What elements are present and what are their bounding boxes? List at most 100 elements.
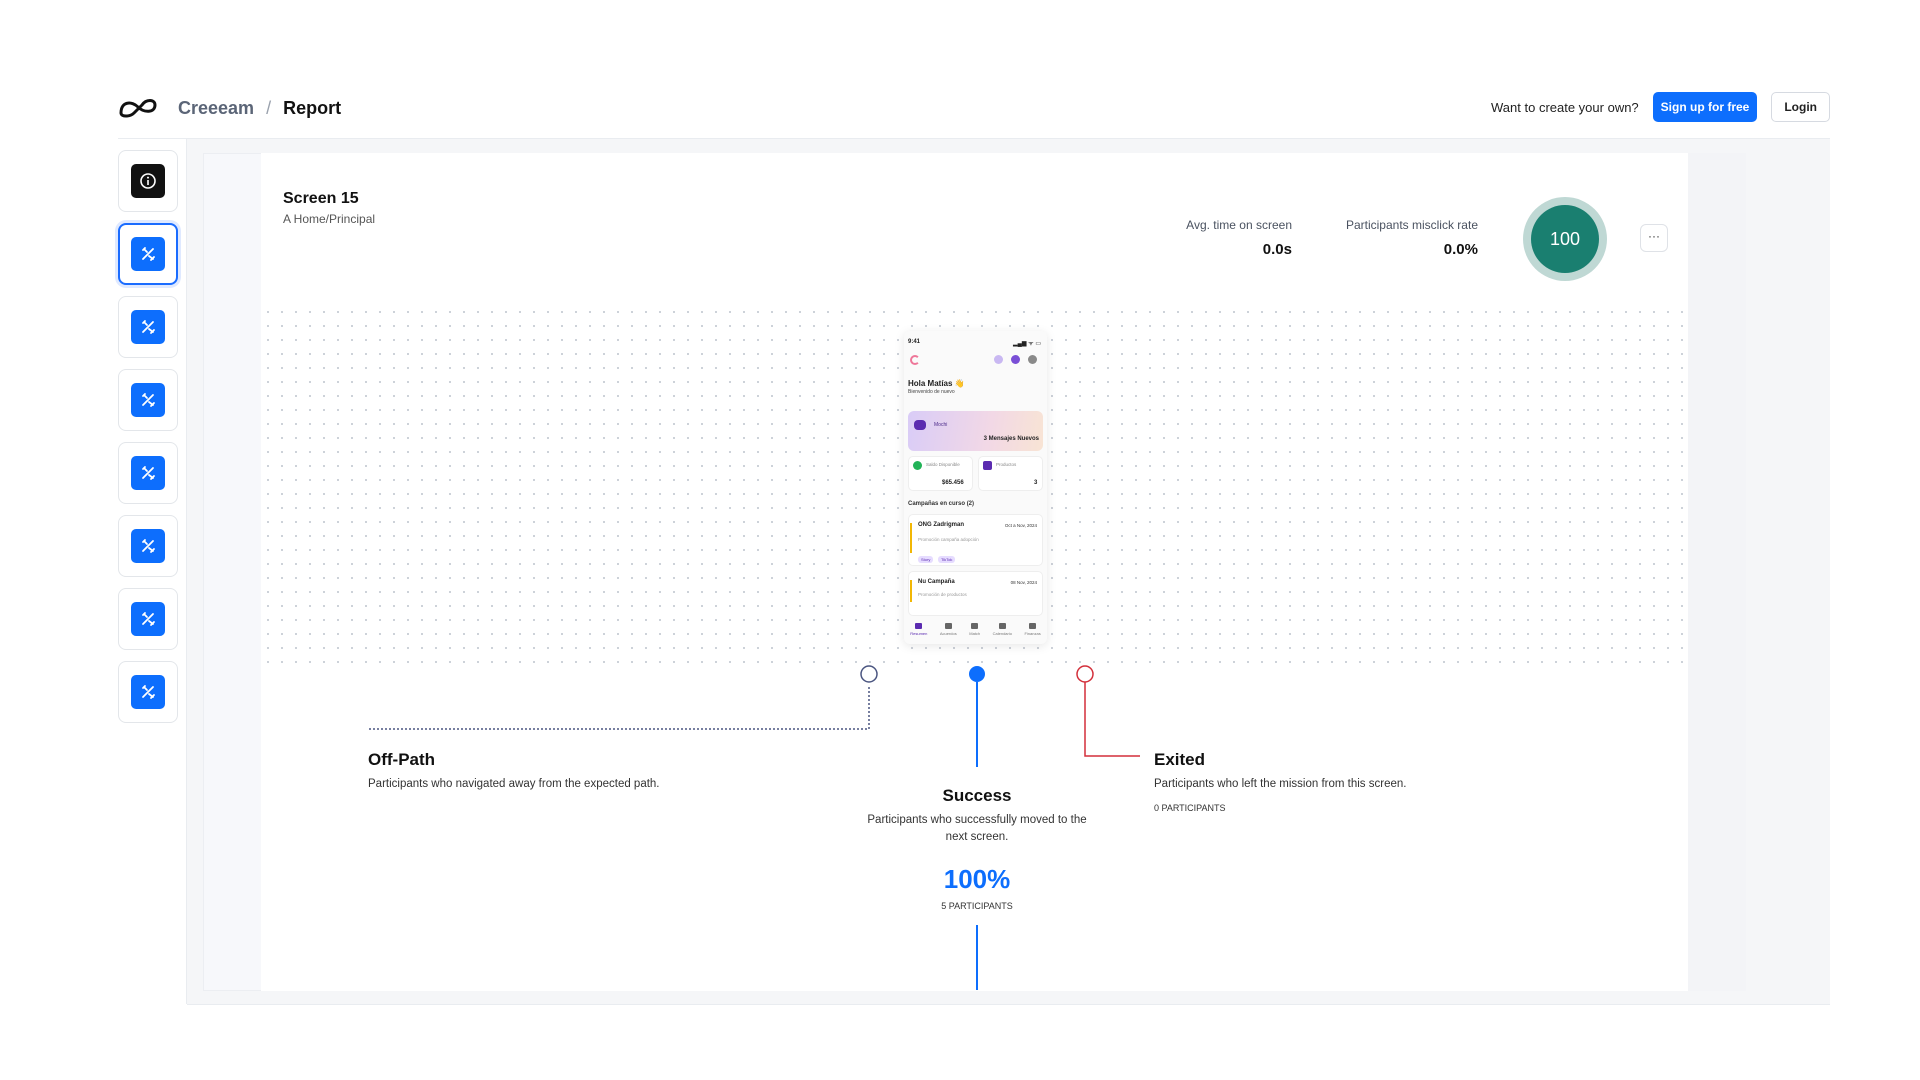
campaigns-title: Campañas en curso (2) bbox=[908, 501, 975, 507]
create-prompt: Want to create your own? bbox=[1491, 99, 1639, 115]
success-participants: 5 PARTICIPANTS bbox=[941, 901, 1013, 911]
success-desc-line2: next screen. bbox=[945, 831, 1009, 843]
success-node[interactable] bbox=[969, 666, 985, 682]
figma-tool-icon bbox=[131, 456, 165, 490]
figma-tool-icon bbox=[131, 602, 165, 636]
screen-subtitle: A Home/Principal bbox=[283, 212, 376, 226]
products-label: Productos bbox=[996, 462, 1017, 467]
campaign-date: 08 Nov, 2024 bbox=[1010, 580, 1037, 585]
breadcrumb-current: Report bbox=[283, 98, 342, 118]
campaign-desc: Promoción de productos bbox=[918, 592, 967, 597]
misclick-metric: Participants misclick rate 0.0% bbox=[1310, 218, 1478, 258]
figma-tool-icon bbox=[131, 310, 165, 344]
campaign-date: Oct a Nov, 2024 bbox=[1004, 523, 1037, 528]
success-block: Success Participants who successfully mo… bbox=[837, 786, 1117, 911]
success-description: Participants who successfully moved to t… bbox=[837, 812, 1117, 846]
usability-score-badge: 100 bbox=[1523, 197, 1607, 281]
mochi-card bbox=[908, 411, 1043, 451]
mochi-label: Mochi bbox=[934, 422, 948, 428]
campaign-accent bbox=[910, 523, 912, 553]
screen-rail bbox=[118, 150, 178, 734]
nav-item: Calendario bbox=[993, 623, 1012, 644]
dollar-icon bbox=[913, 461, 922, 470]
campaign-name: Nu Campaña bbox=[918, 579, 955, 585]
nav-item: Acuerdos bbox=[940, 623, 957, 644]
product-icon bbox=[983, 461, 992, 470]
rail-item-screen[interactable] bbox=[118, 296, 178, 358]
balance-value: $65.456 bbox=[942, 480, 964, 486]
products-value: 3 bbox=[1034, 480, 1038, 486]
campaign-accent bbox=[910, 580, 912, 602]
calendar-icon bbox=[998, 623, 1006, 629]
bell-icon bbox=[1011, 355, 1020, 364]
rail-item-screen[interactable] bbox=[118, 369, 178, 431]
chat-icon bbox=[971, 623, 979, 629]
rail-item-info[interactable] bbox=[118, 150, 178, 212]
balance-label: Saldo Disponible bbox=[926, 462, 960, 467]
rail-item-screen[interactable] bbox=[118, 515, 178, 577]
phone-welcome: Bienvenido de nuevo bbox=[908, 389, 955, 395]
success-title: Success bbox=[942, 786, 1012, 805]
screen-title: Screen 15 bbox=[283, 190, 359, 207]
rail-item-screen[interactable] bbox=[118, 442, 178, 504]
home-icon bbox=[915, 623, 923, 629]
top-header: Creeeam / Report Want to create your own… bbox=[118, 90, 1830, 128]
breadcrumb: Creeeam / Report bbox=[178, 98, 341, 119]
usability-score: 100 bbox=[1531, 205, 1599, 273]
screen-preview[interactable]: 9:41 ▂▄▆ ᯤ ▭ Hola Matías 👋 Bienvenido de… bbox=[904, 331, 1047, 644]
offpath-title: Off-Path bbox=[368, 750, 436, 769]
info-icon bbox=[131, 164, 165, 198]
login-button[interactable]: Login bbox=[1771, 92, 1830, 122]
group-icon bbox=[994, 355, 1003, 364]
card-side-strip bbox=[1688, 153, 1746, 991]
misclick-value: 0.0% bbox=[1443, 241, 1478, 258]
figma-tool-icon bbox=[131, 237, 165, 271]
exited-node[interactable] bbox=[1076, 665, 1094, 683]
misclick-label: Participants misclick rate bbox=[1345, 218, 1478, 232]
phone-time: 9:41 bbox=[908, 339, 921, 345]
tag-tiktok: TikTok bbox=[938, 556, 956, 563]
rail-item-screen[interactable] bbox=[118, 588, 178, 650]
nav-label: Match bbox=[969, 631, 981, 636]
nav-label: Acuerdos bbox=[939, 631, 957, 636]
messages-label: 3 Mensajes Nuevos bbox=[983, 436, 1039, 442]
figma-tool-icon bbox=[131, 529, 165, 563]
canvas-bottom-edge bbox=[187, 1004, 1830, 1005]
offpath-node[interactable] bbox=[860, 665, 878, 683]
avg-time-value: 0.0s bbox=[1262, 241, 1292, 258]
nav-item: Resumen bbox=[910, 623, 927, 644]
phone-greeting: Hola Matías 👋 bbox=[908, 379, 965, 388]
nav-item: Match bbox=[969, 623, 980, 644]
avatar bbox=[1028, 355, 1037, 364]
success-percentage: 100% bbox=[943, 864, 1011, 894]
nav-label: Resumen bbox=[910, 631, 928, 636]
header-actions: Want to create your own? Sign up for fre… bbox=[1491, 92, 1830, 122]
offpath-description: Participants who navigated away from the… bbox=[368, 778, 660, 790]
success-desc-line1: Participants who successfully moved to t… bbox=[867, 814, 1087, 826]
phone-status-icons: ▂▄▆ ᯤ ▭ bbox=[1013, 341, 1041, 347]
exited-block: Exited Participants who left the mission… bbox=[1154, 750, 1534, 813]
avg-time-label: Avg. time on screen bbox=[1186, 218, 1292, 232]
more-options-button[interactable]: ··· bbox=[1640, 224, 1668, 252]
signup-button[interactable]: Sign up for free bbox=[1652, 92, 1758, 122]
chart-icon bbox=[1029, 623, 1037, 629]
nav-label: Calendario bbox=[992, 631, 1012, 636]
exited-description: Participants who left the mission from t… bbox=[1154, 778, 1407, 790]
nav-label: Finanzas bbox=[1024, 631, 1041, 636]
rail-item-screen[interactable] bbox=[118, 661, 178, 723]
tag-story: Story bbox=[918, 556, 934, 563]
handshake-icon bbox=[944, 623, 952, 629]
campaign-name: ONG Zadrigman bbox=[918, 522, 965, 528]
phone-bottom-nav: Resumen Acuerdos Match Calendario Finanz… bbox=[904, 621, 1047, 644]
chat-icon bbox=[914, 420, 926, 430]
offpath-block: Off-Path Participants who navigated away… bbox=[368, 750, 768, 793]
breadcrumb-root[interactable]: Creeeam bbox=[178, 98, 254, 119]
breadcrumb-separator: / bbox=[266, 98, 272, 118]
campaign-desc: Promoción campaña adopción bbox=[918, 537, 979, 542]
figma-tool-icon bbox=[131, 675, 165, 709]
nav-item: Finanzas bbox=[1024, 623, 1041, 644]
avg-time-metric: Avg. time on screen 0.0s bbox=[1160, 218, 1292, 258]
exited-participants: 0 PARTICIPANTS bbox=[1154, 803, 1226, 813]
creeeam-logo-icon[interactable] bbox=[118, 96, 158, 118]
rail-item-screen[interactable] bbox=[118, 223, 178, 285]
